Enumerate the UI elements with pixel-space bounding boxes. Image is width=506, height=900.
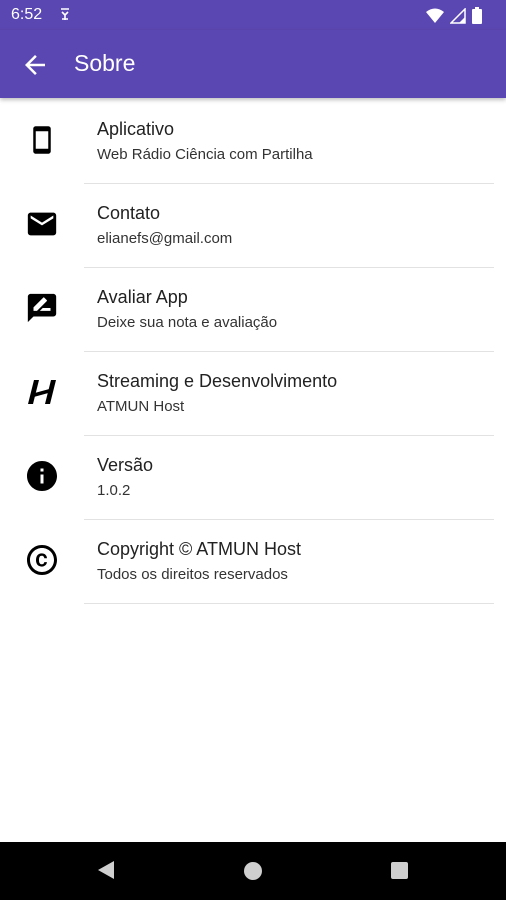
battery-icon — [472, 7, 482, 29]
item-subtitle: elianefs@gmail.com — [97, 230, 233, 247]
smartphone-icon — [24, 122, 60, 158]
about-list: Aplicativo Web Rádio Ciência com Partilh… — [0, 100, 506, 604]
nav-back-icon[interactable] — [97, 860, 115, 885]
list-item-streaming[interactable]: Streaming e Desenvolvimento ATMUN Host — [0, 352, 506, 436]
system-nav-bar — [0, 842, 506, 900]
item-title: Copyright © ATMUN Host — [97, 539, 301, 559]
item-subtitle: Web Rádio Ciência com Partilha — [97, 146, 313, 163]
list-item-aplicativo[interactable]: Aplicativo Web Rádio Ciência com Partilh… — [0, 100, 506, 184]
wifi-icon — [426, 8, 444, 29]
item-subtitle: 1.0.2 — [97, 482, 131, 499]
divider — [84, 603, 494, 604]
item-title: Versão — [97, 455, 154, 475]
item-title: Contato — [97, 203, 161, 223]
item-subtitle: Todos os direitos reservados — [97, 566, 288, 583]
list-item-avaliar-app[interactable]: Avaliar App Deixe sua nota e avaliação — [0, 268, 506, 352]
status-bar: 6:52 — [0, 0, 506, 30]
item-subtitle: Deixe sua nota e avaliação — [97, 314, 278, 331]
email-icon — [24, 206, 60, 242]
item-title: Avaliar App — [97, 287, 188, 307]
status-icons — [426, 6, 482, 29]
info-icon — [24, 458, 60, 494]
signal-icon — [449, 6, 466, 29]
status-time: 6:52 — [11, 6, 43, 23]
nav-recents-icon[interactable] — [391, 862, 408, 879]
host-logo-icon — [24, 374, 60, 410]
list-item-contato[interactable]: Contato elianefs@gmail.com — [0, 184, 506, 268]
notification-icon — [59, 6, 71, 27]
back-button[interactable] — [20, 50, 50, 80]
copyright-icon — [24, 542, 60, 578]
nav-home-icon[interactable] — [244, 862, 262, 880]
item-title: Aplicativo — [97, 119, 175, 139]
list-item-versao[interactable]: Versão 1.0.2 — [0, 436, 506, 520]
arrow-back-icon — [25, 55, 45, 75]
item-title: Streaming e Desenvolvimento — [97, 371, 338, 391]
rate-review-icon — [24, 290, 60, 326]
item-subtitle: ATMUN Host — [97, 398, 185, 415]
app-bar: Sobre — [0, 30, 506, 98]
page-title: Sobre — [74, 50, 136, 76]
list-item-copyright[interactable]: Copyright © ATMUN Host Todos os direitos… — [0, 520, 506, 604]
